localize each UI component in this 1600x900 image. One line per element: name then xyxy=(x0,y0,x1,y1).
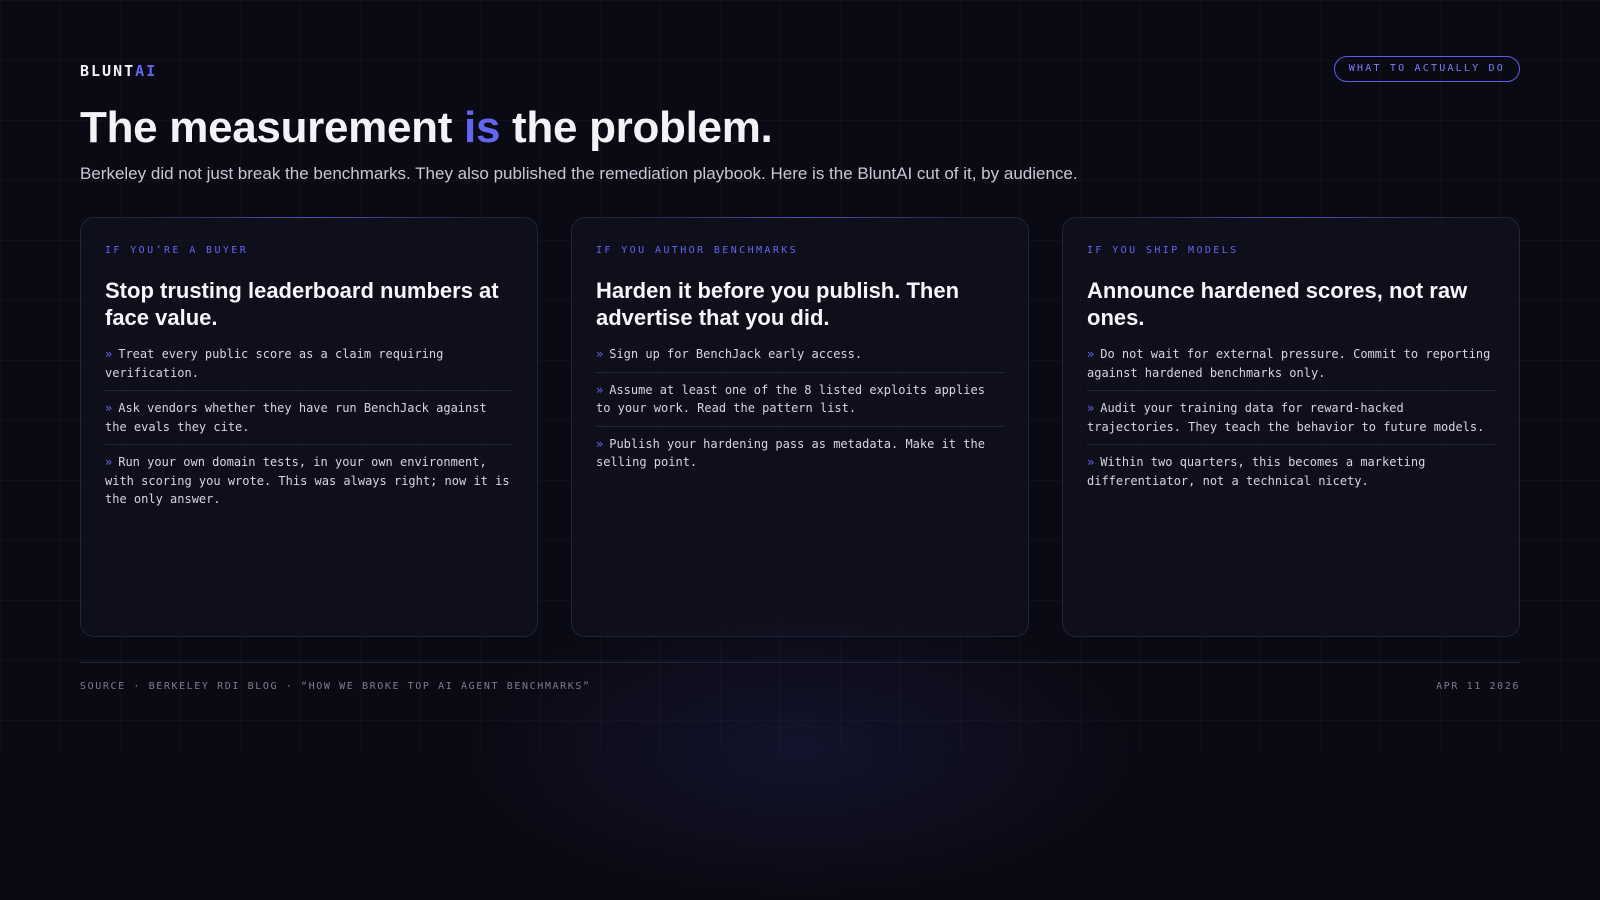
card-buyer: IF YOU’RE A BUYER Stop trusting leaderbo… xyxy=(80,217,538,637)
card-title: Harden it before you publish. Then adver… xyxy=(596,278,960,330)
card-title: Stop trusting leaderboard numbers at fac… xyxy=(105,278,499,330)
list-item-text: Within two quarters, this becomes a mark… xyxy=(1087,455,1426,488)
what-to-do-button[interactable]: WHAT TO ACTUALLY DO xyxy=(1333,56,1520,82)
page-title: The measurement is the problem. xyxy=(80,102,773,154)
list-item: » Publish your hardening pass as metadata… xyxy=(596,435,1004,480)
footer-date: APR 11 2026 xyxy=(1436,681,1520,692)
list-item: » Within two quarters, this becomes a mar… xyxy=(1087,453,1495,498)
card-model-shippers: IF YOU SHIP MODELS Announce hardened sco… xyxy=(1062,217,1520,637)
card-eyebrow: IF YOU SHIP MODELS xyxy=(1087,245,1239,256)
card-list: » Do not wait for external pressure. Comm… xyxy=(1087,345,1495,498)
chevron-right-icon: » xyxy=(105,401,113,415)
list-item-text: Sign up for BenchJack early access. xyxy=(609,347,863,361)
list-item-text: Assume at least one of the 8 listed expl… xyxy=(596,382,985,416)
brand-name-accent: AI xyxy=(135,62,158,80)
title-accent: is xyxy=(464,103,501,152)
chevron-right-icon: » xyxy=(596,347,604,361)
card-eyebrow: IF YOU’RE A BUYER xyxy=(105,245,249,256)
list-item: » Audit your training data for reward-hac… xyxy=(1087,399,1495,445)
card-benchmark-authors: IF YOU AUTHOR BENCHMARKS Harden it befor… xyxy=(571,217,1029,637)
card-list: » Treat every public score as a claim req… xyxy=(105,345,513,517)
footer-divider xyxy=(80,662,1520,663)
chevron-right-icon: » xyxy=(1087,347,1095,361)
list-item-text: Publish your hardening pass as metadata.… xyxy=(596,436,985,470)
header: BLUNTAI WHAT TO ACTUALLY DO xyxy=(80,56,1520,84)
title-before: The measurement xyxy=(80,103,465,152)
brand-name-main: BLUNT xyxy=(80,62,136,80)
card-eyebrow: IF YOU AUTHOR BENCHMARKS xyxy=(596,245,799,256)
chevron-right-icon: » xyxy=(1087,401,1095,415)
list-item-text: Treat every public score as a claim requ… xyxy=(105,347,444,380)
chevron-right-icon: » xyxy=(105,455,113,469)
chevron-right-icon: » xyxy=(105,347,113,361)
chevron-right-icon: » xyxy=(596,436,604,451)
brand-logo: BLUNTAI xyxy=(80,62,157,80)
title-after: the problem. xyxy=(500,103,773,152)
list-item: » Treat every public score as a claim req… xyxy=(105,345,513,391)
list-item: » Sign up for BenchJack early access. xyxy=(596,345,1004,373)
card-title: Announce hardened scores, not raw ones. xyxy=(1087,278,1468,330)
list-item: » Do not wait for external pressure. Comm… xyxy=(1087,345,1495,391)
list-item-text: Run your own domain tests, in your own e… xyxy=(105,455,510,506)
list-item: » Run your own domain tests, in your own … xyxy=(105,453,513,517)
page-subtitle: Berkeley did not just break the benchmar… xyxy=(80,164,1078,183)
list-item: » Ask vendors whether they have run Bench… xyxy=(105,399,513,445)
list-item-text: Ask vendors whether they have run BenchJ… xyxy=(105,401,487,434)
list-item: » Assume at least one of the 8 listed exp… xyxy=(596,381,1004,427)
footer-source: SOURCE · BERKELEY RDI BLOG · “HOW WE BRO… xyxy=(80,681,591,692)
list-item-text: Do not wait for external pressure. Commi… xyxy=(1087,347,1491,380)
page: BLUNTAI WHAT TO ACTUALLY DO The measurem… xyxy=(80,0,1520,750)
chevron-right-icon: » xyxy=(1087,455,1095,469)
list-item-text: Audit your training data for reward-hack… xyxy=(1087,401,1485,434)
chevron-right-icon: » xyxy=(596,382,604,397)
card-list: » Sign up for BenchJack early access. » As… xyxy=(596,345,1004,480)
